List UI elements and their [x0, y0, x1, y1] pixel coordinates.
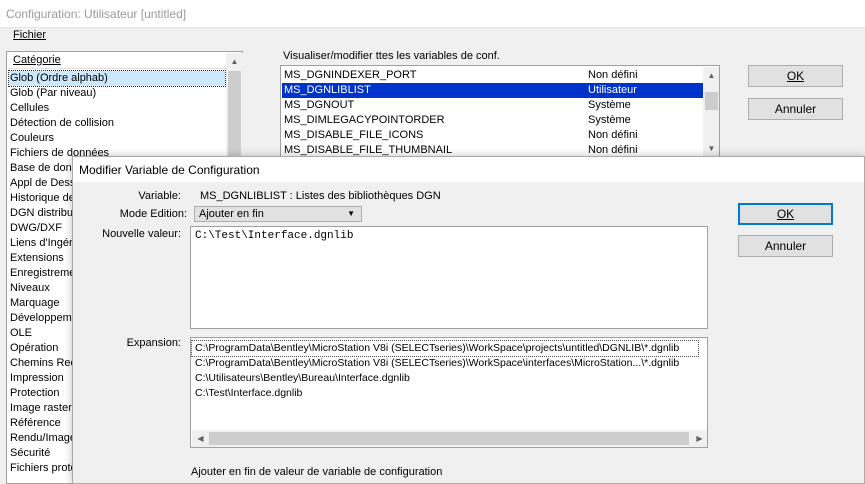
- variable-status: Non défini: [588, 129, 638, 141]
- variable-label: Variable:: [138, 190, 181, 202]
- variables-scrollbar[interactable]: ▲ ▼: [703, 67, 719, 156]
- category-header[interactable]: Catégorie: [8, 53, 226, 69]
- expansion-item[interactable]: C:\Utilisateurs\Bentley\Bureau\Interface…: [192, 371, 698, 386]
- category-item[interactable]: Détection de collision: [9, 116, 225, 131]
- variables-list[interactable]: MS_DGNINDEXER_PORT Non défini MS_DGNLIBLIS…: [280, 65, 720, 157]
- new-value-label: Nouvelle valeur:: [102, 228, 181, 240]
- category-item[interactable]: Glob (Ordre alphab): [8, 70, 226, 87]
- variable-name: MS_DISABLE_FILE_THUMBNAIL: [284, 144, 453, 156]
- dialog-titlebar: Modifier Variable de Configuration: [73, 157, 864, 182]
- window-titlebar: Configuration: Utilisateur [untitled]: [0, 0, 865, 28]
- variable-name: MS_DGNOUT: [284, 99, 355, 111]
- chevron-down-icon: ▼: [347, 209, 355, 218]
- category-item[interactable]: Couleurs: [9, 131, 225, 146]
- variable-name: MS_DGNINDEXER_PORT: [284, 69, 417, 81]
- expansion-item[interactable]: C:\ProgramData\Bentley\MicroStation V8i …: [191, 340, 699, 357]
- variable-row[interactable]: MS_DGNINDEXER_PORT Non défini: [282, 68, 703, 83]
- variable-name: MS_DGNLIBLIST: [284, 84, 371, 96]
- variable-status: Système: [588, 114, 631, 126]
- menu-file[interactable]: Fichier: [13, 29, 46, 41]
- variable-name: MS_DIMLEGACYPOINTORDER: [284, 114, 445, 126]
- variable-value: MS_DGNLIBLIST : Listes des bibliothèques…: [200, 190, 441, 202]
- variable-status: Non défini: [588, 69, 638, 81]
- cancel-button[interactable]: Annuler: [748, 98, 843, 120]
- dialog-ok-button[interactable]: OK: [738, 203, 833, 225]
- scroll-up-icon[interactable]: ▲: [226, 53, 243, 70]
- variable-row[interactable]: MS_DISABLE_FILE_ICONS Non défini: [282, 128, 703, 143]
- category-scroll-thumb[interactable]: [228, 71, 241, 167]
- scroll-up-icon[interactable]: ▲: [703, 67, 719, 84]
- expansion-label: Expansion:: [126, 337, 181, 349]
- variable-row[interactable]: MS_DGNOUT Système: [282, 98, 703, 113]
- expansion-item[interactable]: C:\ProgramData\Bentley\MicroStation V8i …: [192, 356, 698, 371]
- variable-row[interactable]: MS_DIMLEGACYPOINTORDER Système: [282, 113, 703, 128]
- expansion-scroll-thumb[interactable]: [209, 432, 689, 445]
- category-item[interactable]: Cellules: [9, 101, 225, 116]
- dialog-title: Modifier Variable de Configuration: [79, 163, 260, 177]
- mode-dropdown[interactable]: Ajouter en fin ▼: [194, 206, 362, 222]
- variable-name: MS_DISABLE_FILE_ICONS: [284, 129, 424, 141]
- variable-status: Non défini: [588, 144, 638, 156]
- variables-scroll-thumb[interactable]: [705, 92, 718, 110]
- mode-label: Mode Edition:: [119, 208, 187, 220]
- category-item[interactable]: Glob (Par niveau): [9, 86, 225, 101]
- ok-button[interactable]: OK: [748, 65, 843, 87]
- variables-label: Visualiser/modifier ttes les variables d…: [283, 50, 500, 62]
- window-title: Configuration: Utilisateur [untitled]: [6, 7, 187, 21]
- menu-bar: Fichier: [0, 28, 865, 44]
- variable-status: Utilisateur: [588, 84, 637, 96]
- mode-dropdown-value: Ajouter en fin: [199, 208, 264, 220]
- edit-variable-dialog: Modifier Variable de Configuration Varia…: [72, 156, 865, 484]
- variable-status: Système: [588, 99, 631, 111]
- scroll-down-icon[interactable]: ▼: [703, 140, 719, 156]
- variable-row[interactable]: MS_DGNLIBLIST Utilisateur: [282, 83, 703, 98]
- expansion-list[interactable]: C:\ProgramData\Bentley\MicroStation V8i …: [190, 337, 708, 448]
- new-value-input[interactable]: C:\Test\Interface.dgnlib: [190, 226, 708, 329]
- variable-row[interactable]: MS_DISABLE_FILE_THUMBNAIL Non défini: [282, 143, 703, 156]
- scroll-left-icon[interactable]: ◀: [192, 430, 209, 447]
- expansion-item[interactable]: C:\Test\Interface.dgnlib: [192, 386, 698, 401]
- status-text: Ajouter en fin de valeur de variable de …: [191, 466, 443, 478]
- dialog-cancel-button[interactable]: Annuler: [738, 235, 833, 257]
- scroll-right-icon[interactable]: ▶: [691, 430, 707, 447]
